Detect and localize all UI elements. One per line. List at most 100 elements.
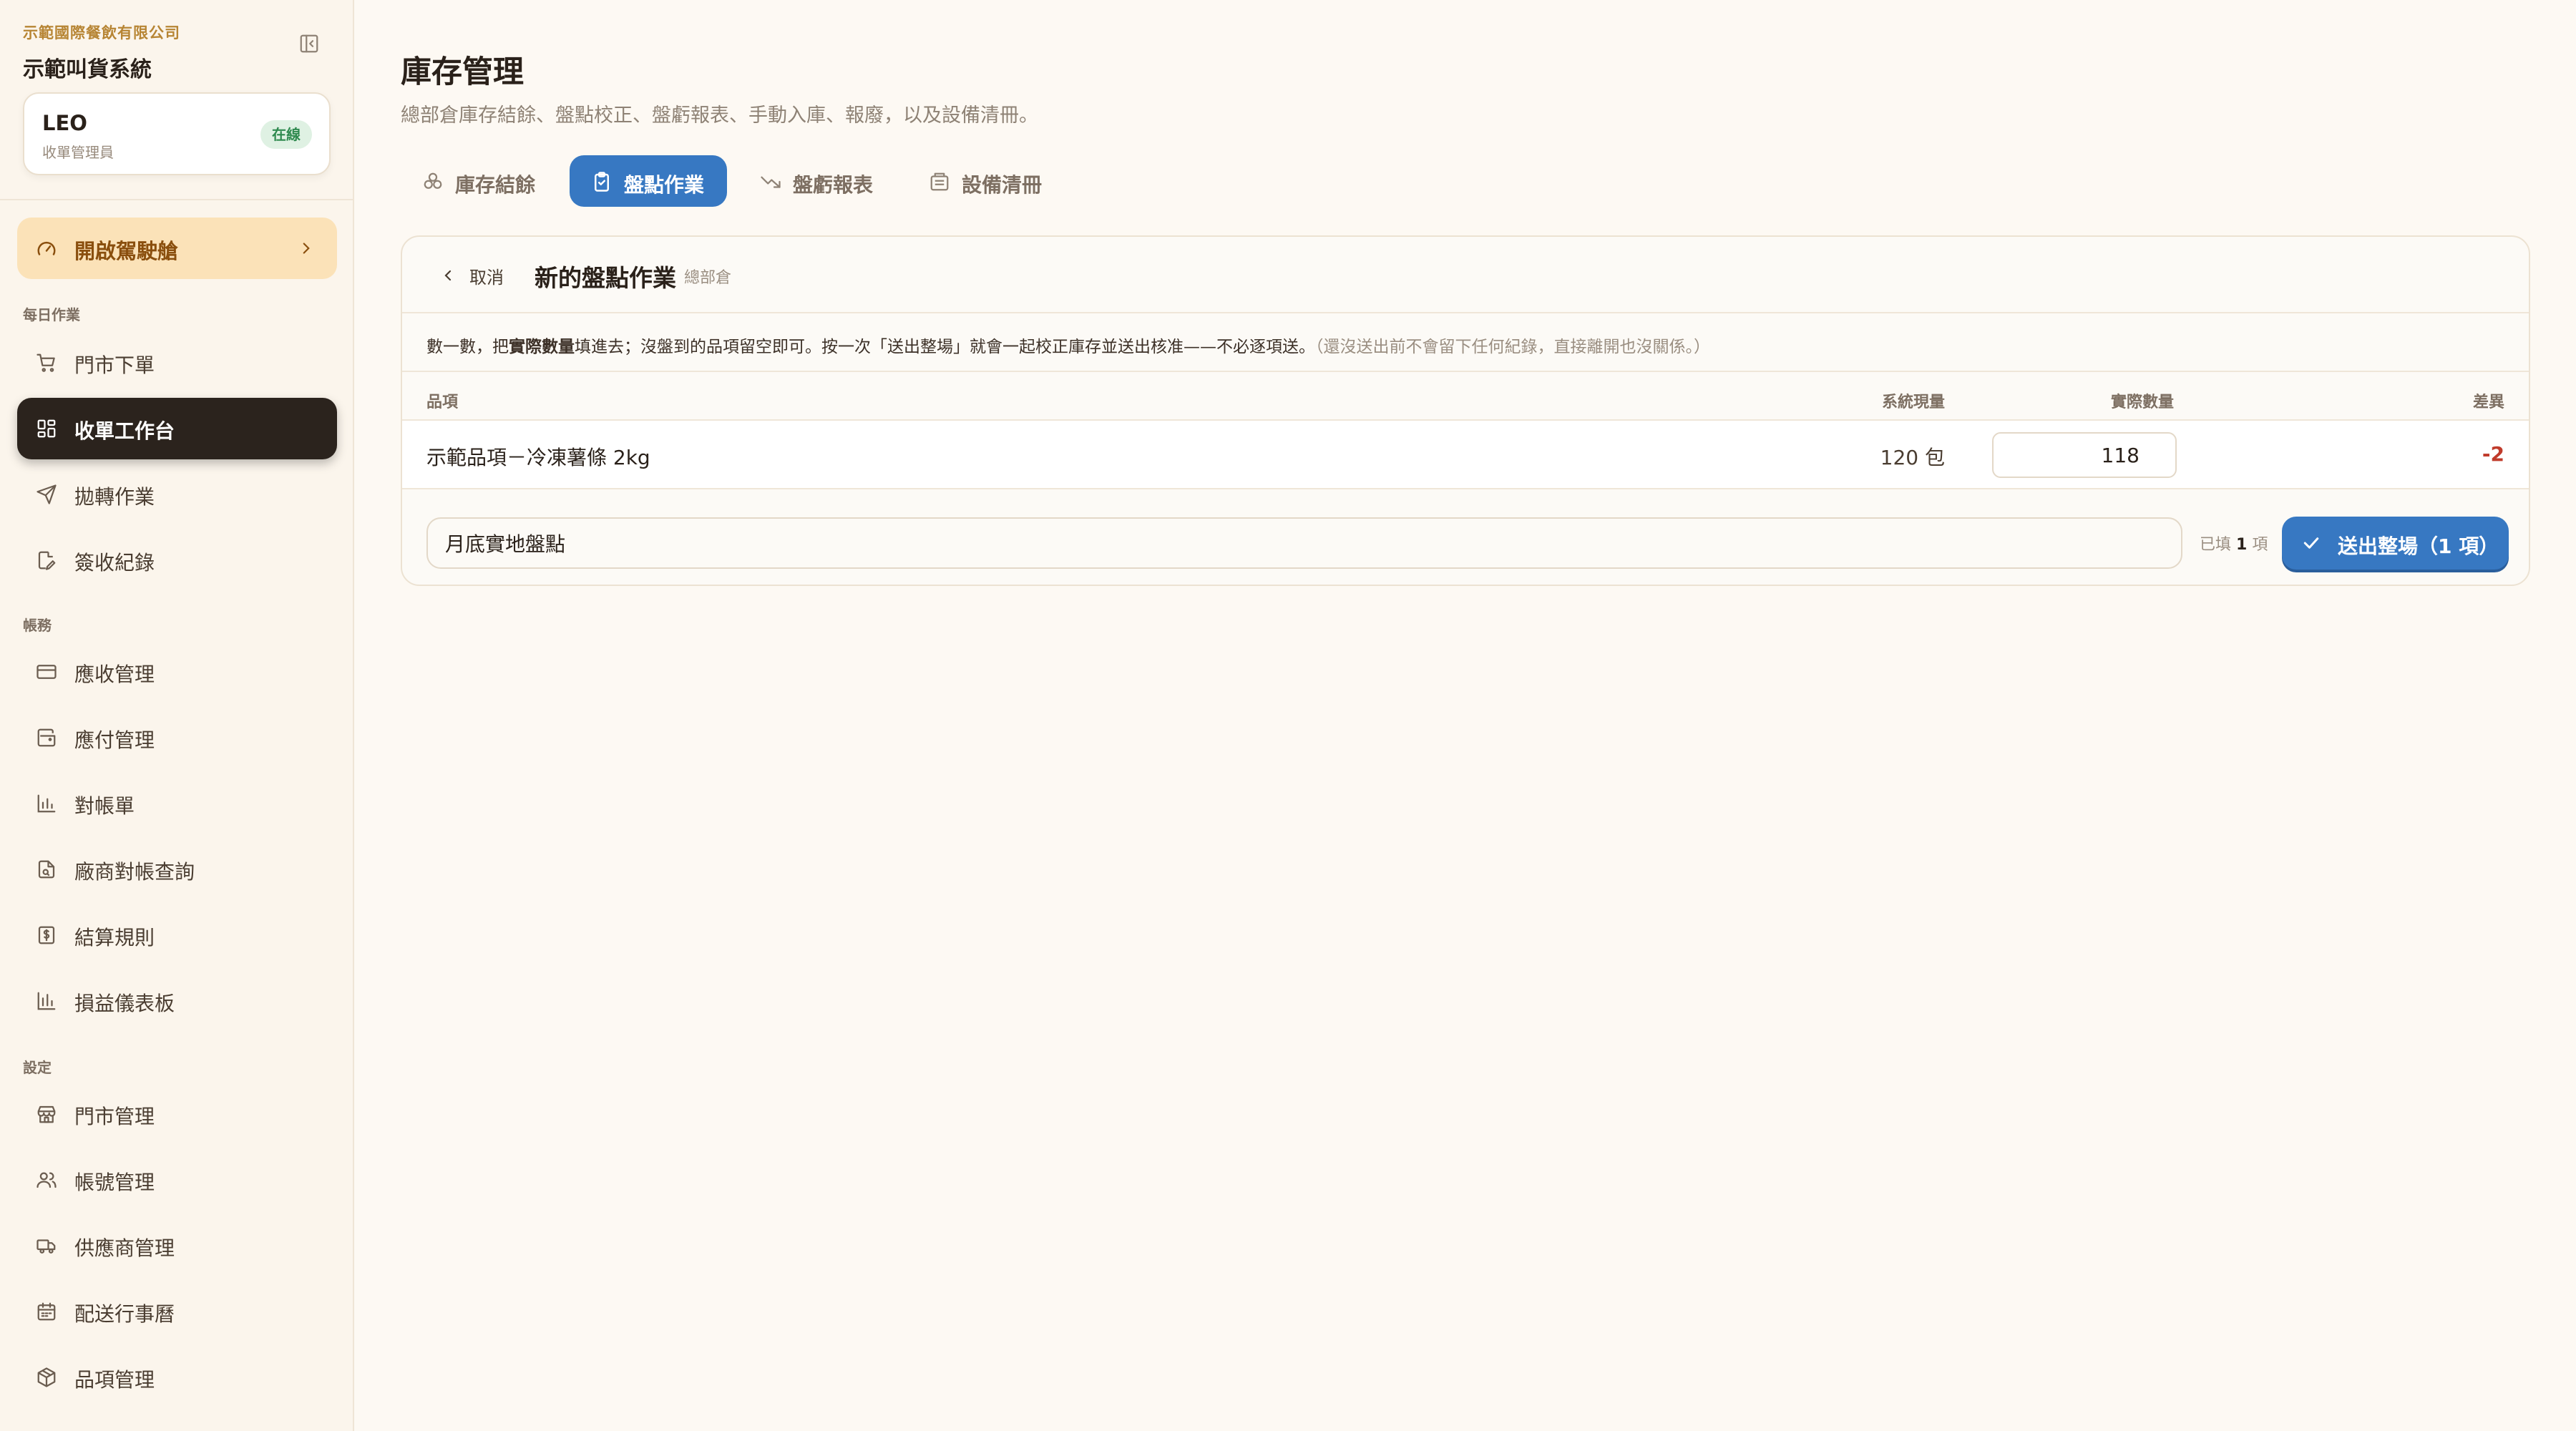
table-header: 品項 系統現量 實際數量 差異: [402, 371, 2529, 421]
brand: 示範國際餐飲有限公司 示範叫貨系統: [23, 21, 180, 83]
tab-loss-report[interactable]: 盤虧報表: [738, 155, 896, 207]
table-row: 示範品項－冷凍薯條 2kg 120 包 -2: [402, 421, 2529, 489]
sidebar-item-label: 對帳單: [74, 794, 135, 818]
sidebar-item-sign-records[interactable]: 簽收紀錄: [17, 529, 337, 591]
sidebar-item-supplier-mgmt[interactable]: 供應商管理: [17, 1215, 337, 1276]
status-badge: 在線: [260, 120, 312, 149]
column-header-system-qty: 系統現量: [1881, 394, 1945, 411]
cart-icon: [36, 352, 57, 373]
item-name: 示範品項－冷凍薯條 2kg: [426, 446, 650, 469]
tab-label: 盤虧報表: [793, 173, 874, 197]
sidebar-collapse-icon[interactable]: [298, 33, 320, 54]
stocktake-note-input[interactable]: [426, 517, 2182, 569]
stocktake-panel: 取消 新的盤點作業 總部倉 數一數，把實際數量填進去；沒盤到的品項留空即可。按一…: [401, 235, 2530, 586]
truck-icon: [36, 1235, 57, 1256]
grid-icon: [36, 418, 57, 439]
page-title: 庫存管理: [401, 54, 524, 90]
sidebar-item-label: 結算規則: [74, 926, 155, 949]
user-card[interactable]: LEO 收單管理員 在線: [23, 92, 331, 175]
submit-label: 送出整場（1 項）: [2338, 534, 2499, 558]
register-icon: [929, 171, 950, 192]
column-header-item: 品項: [426, 394, 459, 411]
instruction-part: 填進去；沒盤到的品項留空即可。按一次「送出整場」就會一起校正庫存並送出核准——不…: [575, 338, 1315, 356]
column-header-actual-qty: 實際數量: [2110, 394, 2174, 411]
actual-qty-input[interactable]: [1992, 432, 2177, 478]
sidebar-item-label: 廠商對帳查詢: [74, 860, 195, 884]
panel-header: 取消 新的盤點作業 總部倉: [402, 237, 2529, 313]
sidebar-item-item-mgmt[interactable]: 品項管理: [17, 1347, 337, 1408]
section-label-settings: 設定: [23, 1059, 52, 1076]
filled-suffix: 項: [2252, 536, 2268, 554]
chevron-left-icon: [439, 267, 457, 284]
cancel-label: 取消: [469, 268, 504, 288]
file-edit-icon: [36, 550, 57, 571]
calendar-icon: [36, 1301, 57, 1322]
sidebar-item-account-mgmt[interactable]: 帳號管理: [17, 1149, 337, 1211]
sidebar-item-label: 應付管理: [74, 728, 155, 752]
tab-inventory-balance[interactable]: 庫存結餘: [401, 155, 554, 207]
diff-value: -2: [2482, 442, 2504, 466]
sidebar-item-label: 門市管理: [74, 1105, 155, 1128]
tab-label: 設備清冊: [962, 173, 1043, 197]
filled-prefix: 已填: [2200, 536, 2232, 554]
sidebar-item-label: 配送行事曆: [74, 1302, 175, 1326]
chevron-right-icon: [297, 239, 316, 258]
sidebar-item-receivables[interactable]: 應收管理: [17, 641, 337, 703]
instruction-part: 數一數，把: [426, 338, 509, 356]
filled-number: 1: [2236, 536, 2248, 554]
tab-stocktake[interactable]: 盤點作業: [570, 155, 727, 207]
panel-title: 新的盤點作業: [535, 264, 676, 292]
warehouse-tag: 總部倉: [684, 269, 732, 287]
instruction-emphasis: 實際數量: [509, 338, 575, 356]
sidebar-item-pl-dashboard[interactable]: 損益儀表板: [17, 970, 337, 1032]
divider: [0, 199, 354, 200]
sidebar-item-label: 品項管理: [74, 1368, 155, 1392]
sidebar-item-statements[interactable]: 對帳單: [17, 773, 337, 834]
tab-equipment-list[interactable]: 設備清冊: [907, 155, 1065, 207]
sidebar-item-label: 應收管理: [74, 663, 155, 686]
sidebar-item-store-order[interactable]: 門市下單: [17, 332, 337, 394]
system-qty: 120 包: [1880, 446, 1945, 469]
sidebar-item-label: 收單工作台: [74, 419, 175, 443]
sidebar-item-label: 門市下單: [74, 353, 155, 377]
clipboard-check-icon: [591, 171, 613, 192]
sidebar-item-vendor-recon[interactable]: 廠商對帳查詢: [17, 839, 337, 900]
send-icon: [36, 484, 57, 505]
cockpit-label: 開啟駕駛艙: [74, 239, 179, 263]
sidebar-item-label: 帳號管理: [74, 1171, 155, 1194]
sidebar-item-label: 簽收紀錄: [74, 551, 155, 575]
cockpit-button[interactable]: 開啟駕駛艙: [17, 218, 337, 279]
users-icon: [36, 1169, 57, 1191]
tab-label: 盤點作業: [624, 173, 705, 197]
sidebar-item-label: 損益儀表板: [74, 992, 175, 1015]
system-name: 示範叫貨系統: [23, 57, 152, 82]
sidebar-item-transfer[interactable]: 拋轉作業: [17, 464, 337, 525]
sidebar-item-receive-workbench[interactable]: 收單工作台: [17, 398, 337, 459]
bar-chart-icon: [36, 990, 57, 1012]
sidebar-item-delivery-calendar[interactable]: 配送行事曆: [17, 1281, 337, 1342]
filled-count: 已填 1 項: [2200, 532, 2268, 555]
bar-chart-icon: [36, 793, 57, 814]
trending-down-icon: [760, 171, 781, 192]
sidebar-item-payables[interactable]: 應付管理: [17, 707, 337, 768]
page-subtitle: 總部倉庫存結餘、盤點校正、盤虧報表、手動入庫、報廢，以及設備清冊。: [401, 104, 1038, 127]
file-search-icon: [36, 859, 57, 880]
instruction-note: （還沒送出前不會留下任何紀錄，直接離開也沒關係。）: [1315, 338, 1710, 356]
sidebar-item-settle-rules[interactable]: 結算規則: [17, 904, 337, 966]
dollar-receipt-icon: [36, 924, 57, 946]
boxes-icon: [422, 171, 444, 192]
section-label-daily: 每日作業: [23, 306, 80, 323]
store-icon: [36, 1103, 57, 1125]
submit-all-button[interactable]: 送出整場（1 項）: [2282, 517, 2509, 570]
user-role: 收單管理員: [42, 144, 114, 161]
tab-label: 庫存結餘: [455, 173, 536, 197]
sidebar-item-store-mgmt[interactable]: 門市管理: [17, 1083, 337, 1145]
sidebar: 示範國際餐飲有限公司 示範叫貨系統 LEO 收單管理員 在線 開啟駕駛艙 每日作…: [0, 0, 354, 1431]
credit-card-icon: [36, 661, 57, 683]
wallet-icon: [36, 727, 57, 748]
user-name: LEO: [42, 111, 87, 135]
column-header-diff: 差異: [2472, 394, 2504, 411]
section-label-accounts: 帳務: [23, 617, 52, 634]
package-icon: [36, 1367, 57, 1388]
sidebar-item-label: 供應商管理: [74, 1236, 175, 1260]
